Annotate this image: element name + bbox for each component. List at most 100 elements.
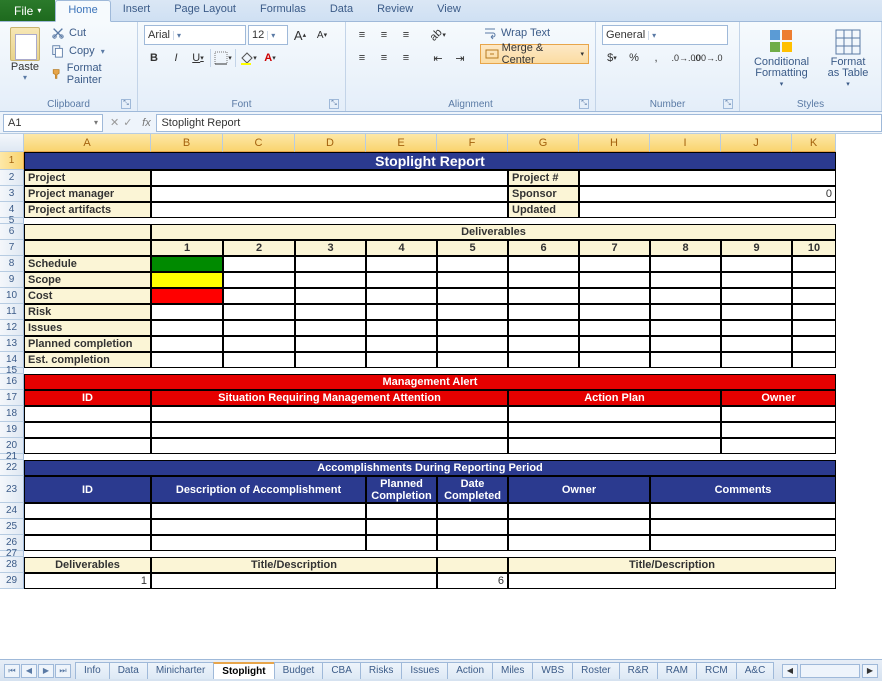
next-sheet-button[interactable]: ▶ xyxy=(38,664,54,678)
format-as-table-button[interactable]: Format as Table▾ xyxy=(821,25,875,92)
cell[interactable]: Title/Description xyxy=(151,557,437,573)
sheet-tab-wbs[interactable]: WBS xyxy=(532,662,573,679)
bold-button[interactable]: B xyxy=(144,48,164,68)
cell[interactable] xyxy=(437,535,508,551)
cell[interactable] xyxy=(24,503,151,519)
increase-indent-button[interactable]: ⇥ xyxy=(450,48,470,68)
sheet-tab-issues[interactable]: Issues xyxy=(401,662,448,679)
tab-page-layout[interactable]: Page Layout xyxy=(162,0,248,21)
cell[interactable]: 0 xyxy=(579,186,836,202)
cell[interactable] xyxy=(650,288,721,304)
cell[interactable] xyxy=(650,336,721,352)
cell[interactable]: Project # xyxy=(508,170,579,186)
cell[interactable] xyxy=(24,224,151,240)
name-box[interactable]: A1▾ xyxy=(3,114,103,132)
cell[interactable] xyxy=(508,422,721,438)
cell[interactable]: Project artifacts xyxy=(24,202,151,218)
row-head[interactable]: 6 xyxy=(0,224,24,240)
cell[interactable] xyxy=(223,288,295,304)
col-head-J[interactable]: J xyxy=(721,134,792,152)
cell[interactable] xyxy=(366,352,437,368)
cell[interactable] xyxy=(508,406,721,422)
cell[interactable]: 4 xyxy=(366,240,437,256)
row-head[interactable]: 3 xyxy=(0,186,24,202)
cell[interactable]: ID xyxy=(24,390,151,406)
accounting-button[interactable]: $▾ xyxy=(602,48,622,68)
align-top-button[interactable]: ≡ xyxy=(352,25,372,45)
cell[interactable] xyxy=(223,320,295,336)
cell[interactable] xyxy=(650,320,721,336)
cell[interactable]: 6 xyxy=(437,573,508,589)
cell[interactable] xyxy=(650,519,836,535)
font-size-combo[interactable]: 12▾ xyxy=(248,25,288,45)
row-head[interactable]: 17 xyxy=(0,390,24,406)
cancel-icon[interactable]: ✕ xyxy=(110,116,119,129)
cell[interactable] xyxy=(579,170,836,186)
cell[interactable]: Action Plan xyxy=(508,390,721,406)
tab-insert[interactable]: Insert xyxy=(111,0,163,21)
cell[interactable] xyxy=(366,503,437,519)
cell[interactable] xyxy=(721,422,836,438)
row-head[interactable]: 23 xyxy=(0,476,24,503)
sheet-tab-r&r[interactable]: R&R xyxy=(619,662,658,679)
row-head[interactable]: 9 xyxy=(0,272,24,288)
cell[interactable] xyxy=(295,320,366,336)
cell[interactable] xyxy=(579,304,650,320)
cell[interactable] xyxy=(295,304,366,320)
col-head-H[interactable]: H xyxy=(579,134,650,152)
cell[interactable] xyxy=(366,288,437,304)
cell[interactable] xyxy=(721,304,792,320)
row-head[interactable]: 29 xyxy=(0,573,24,589)
cell[interactable]: ID xyxy=(24,476,151,503)
cell[interactable] xyxy=(792,272,836,288)
row-head[interactable]: 12 xyxy=(0,320,24,336)
formula-input[interactable]: Stoplight Report xyxy=(156,114,882,132)
sheet-tab-budget[interactable]: Budget xyxy=(274,662,324,679)
row-head[interactable]: 8 xyxy=(0,256,24,272)
italic-button[interactable]: I xyxy=(166,48,186,68)
row-head[interactable]: 22 xyxy=(0,460,24,476)
cell[interactable] xyxy=(151,170,508,186)
cell[interactable] xyxy=(223,352,295,368)
cell[interactable] xyxy=(508,438,721,454)
cell[interactable]: Owner xyxy=(721,390,836,406)
file-tab[interactable]: File▾ xyxy=(0,0,55,21)
row-head[interactable]: 2 xyxy=(0,170,24,186)
sheet-tab-action[interactable]: Action xyxy=(447,662,493,679)
cell[interactable]: Schedule xyxy=(24,256,151,272)
cell[interactable] xyxy=(151,288,223,304)
scroll-thumb[interactable] xyxy=(800,664,860,678)
cell[interactable] xyxy=(650,272,721,288)
col-head-I[interactable]: I xyxy=(650,134,721,152)
cell[interactable]: 8 xyxy=(650,240,721,256)
cell[interactable] xyxy=(579,320,650,336)
cell[interactable] xyxy=(792,288,836,304)
cell[interactable] xyxy=(24,422,151,438)
cell[interactable] xyxy=(579,202,836,218)
dialog-launcher-icon[interactable]: ⤡ xyxy=(329,99,339,109)
tab-view[interactable]: View xyxy=(425,0,473,21)
cell[interactable]: Description of Accomplishment xyxy=(151,476,366,503)
cell[interactable]: Cost xyxy=(24,288,151,304)
cell[interactable]: 9 xyxy=(721,240,792,256)
cell[interactable] xyxy=(151,202,508,218)
cell[interactable]: 3 xyxy=(295,240,366,256)
cell[interactable] xyxy=(295,288,366,304)
conditional-formatting-button[interactable]: Conditional Formatting▾ xyxy=(746,25,817,92)
decrease-decimal-button[interactable]: .00→.0 xyxy=(698,48,718,68)
sheet-tab-cba[interactable]: CBA xyxy=(322,662,361,679)
sheet-tab-info[interactable]: Info xyxy=(75,662,110,679)
cell[interactable] xyxy=(366,272,437,288)
col-head-B[interactable]: B xyxy=(151,134,223,152)
dialog-launcher-icon[interactable]: ⤡ xyxy=(121,99,131,109)
cell[interactable] xyxy=(650,352,721,368)
cell[interactable] xyxy=(437,519,508,535)
cell[interactable] xyxy=(437,320,508,336)
cell[interactable] xyxy=(508,352,579,368)
cell[interactable]: 1 xyxy=(151,240,223,256)
col-head-E[interactable]: E xyxy=(366,134,437,152)
cell[interactable] xyxy=(151,535,366,551)
cell[interactable]: Owner xyxy=(508,476,650,503)
cell[interactable] xyxy=(579,352,650,368)
row-head[interactable]: 10 xyxy=(0,288,24,304)
